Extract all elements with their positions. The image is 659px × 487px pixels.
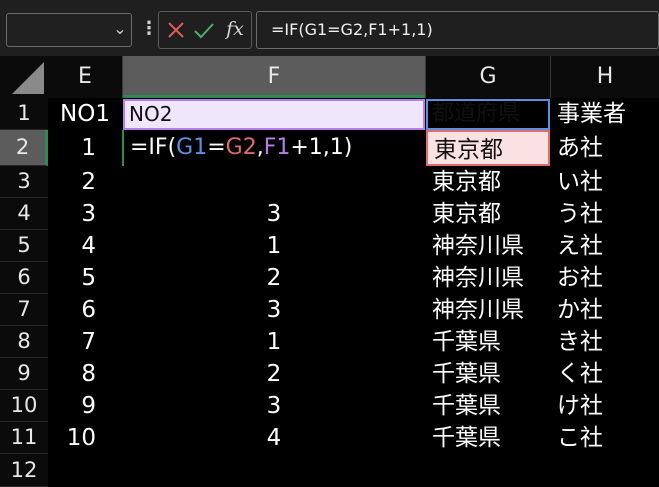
row-header-4[interactable]: 4 (0, 198, 48, 230)
cell-g2[interactable]: 東京都 (426, 130, 550, 166)
cell-e7[interactable]: 6 (48, 294, 102, 326)
formula-ref-g1: G1 (176, 135, 208, 160)
column-header-e[interactable]: E (48, 56, 122, 98)
cell-e4[interactable]: 3 (48, 198, 102, 230)
row-header-11[interactable]: 11 (0, 422, 48, 454)
cell-h5[interactable]: え社 (551, 230, 659, 262)
cell-e6[interactable]: 5 (48, 262, 102, 294)
cell-h3[interactable]: い社 (551, 166, 659, 198)
row-header-6[interactable]: 6 (0, 262, 48, 294)
row-header-3[interactable]: 3 (0, 166, 48, 198)
cell-h1[interactable]: 事業者 (551, 98, 659, 130)
formula-part: = (207, 135, 226, 160)
cell-e10[interactable]: 9 (48, 390, 102, 422)
cell-g9[interactable]: 千葉県 (426, 358, 550, 390)
row-header-8[interactable]: 8 (0, 326, 48, 358)
cell-g7[interactable]: 神奈川県 (426, 294, 550, 326)
row-header-9[interactable]: 9 (0, 358, 48, 390)
column-header-f[interactable]: F (123, 56, 425, 98)
cell-g3[interactable]: 東京都 (426, 166, 550, 198)
cell-g4[interactable]: 東京都 (426, 198, 550, 230)
cell-e9[interactable]: 8 (48, 358, 102, 390)
cell-f7[interactable]: 3 (123, 294, 425, 326)
row-header-10[interactable]: 10 (0, 390, 48, 422)
more-vertical-icon[interactable]: ⋮ (140, 17, 158, 41)
insert-function-fx-icon[interactable]: fx (222, 14, 248, 44)
cell-e5[interactable]: 4 (48, 230, 102, 262)
cell-h11[interactable]: こ社 (551, 422, 659, 454)
cell-f5[interactable]: 1 (123, 230, 425, 262)
cell-h4[interactable]: う社 (551, 198, 659, 230)
cell-g8[interactable]: 千葉県 (426, 326, 550, 358)
chevron-down-icon[interactable]: ⌄ (112, 17, 128, 41)
row-header-1[interactable]: 1 (0, 98, 48, 130)
header-divider (425, 56, 426, 98)
row-header-5[interactable]: 5 (0, 230, 48, 262)
cell-g5[interactable]: 神奈川県 (426, 230, 550, 262)
cell-g10[interactable]: 千葉県 (426, 390, 550, 422)
formula-part: =IF( (130, 135, 177, 160)
row-header-7[interactable]: 7 (0, 294, 48, 326)
cell-h6[interactable]: お社 (551, 262, 659, 294)
header-divider (122, 56, 123, 98)
formula-ref-g2: G2 (225, 135, 257, 160)
select-all-corner[interactable] (0, 56, 48, 98)
row-header-12[interactable]: 12 (0, 454, 48, 487)
cell-g1[interactable]: 都道府県 (426, 98, 550, 130)
cell-h10[interactable]: け社 (551, 390, 659, 422)
formula-ref-f1: F1 (263, 135, 291, 160)
cell-f1[interactable]: NO2 (123, 98, 425, 130)
cell-e1[interactable]: NO1 (48, 98, 122, 130)
column-header-h[interactable]: H (551, 56, 659, 98)
row-header-2[interactable]: 2 (0, 130, 48, 166)
cell-f8[interactable]: 1 (123, 326, 425, 358)
cell-g11[interactable]: 千葉県 (426, 422, 550, 454)
cell-e8[interactable]: 7 (48, 326, 102, 358)
enter-check-icon[interactable] (192, 18, 216, 42)
cell-g6[interactable]: 神奈川県 (426, 262, 550, 294)
cell-h8[interactable]: き社 (551, 326, 659, 358)
cell-f10[interactable]: 3 (123, 390, 425, 422)
cell-e2[interactable]: 1 (48, 130, 102, 166)
formula-input[interactable]: =IF(G1=G2,F1+1,1) (256, 11, 659, 49)
header-divider (550, 56, 551, 98)
cell-h9[interactable]: く社 (551, 358, 659, 390)
formula-part: , (256, 135, 264, 160)
cell-f6[interactable]: 2 (123, 262, 425, 294)
cell-h2[interactable]: あ社 (551, 130, 659, 166)
cell-e11[interactable]: 10 (48, 422, 102, 454)
cell-f4[interactable]: 3 (123, 198, 425, 230)
formula-part: +1,1) (290, 135, 353, 160)
cancel-x-icon[interactable] (164, 18, 188, 42)
column-header-g[interactable]: G (426, 56, 550, 98)
cell-h7[interactable]: か社 (551, 294, 659, 326)
cell-f9[interactable]: 2 (123, 358, 425, 390)
cell-e3[interactable]: 2 (48, 166, 102, 198)
cell-f2-editing-formula[interactable]: =IF(G1=G2,F1+1,1) (124, 130, 425, 166)
cell-f11[interactable]: 4 (123, 422, 425, 454)
